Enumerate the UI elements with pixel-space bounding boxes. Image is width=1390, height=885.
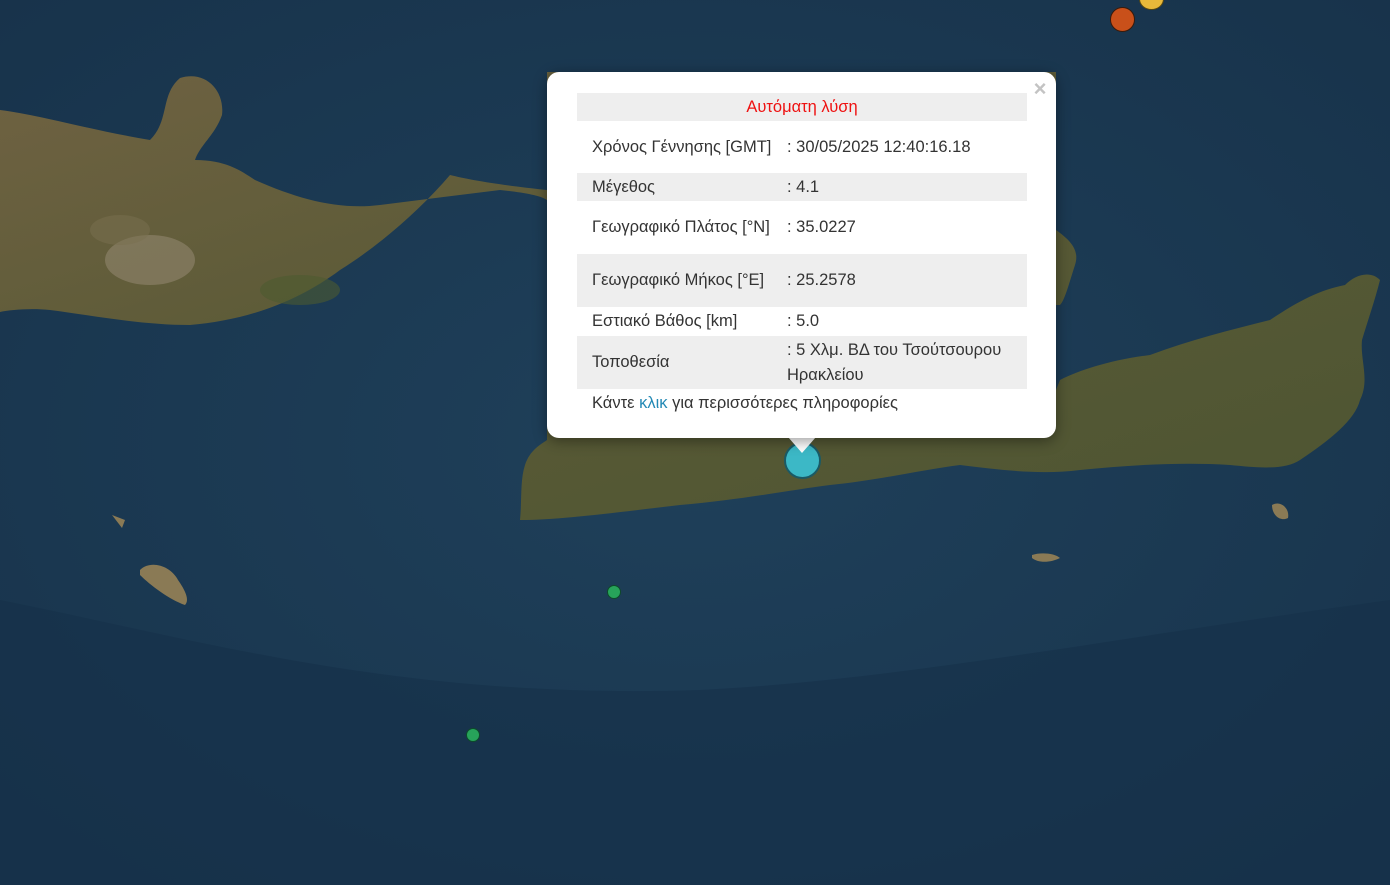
more-info-prefix: Κάντε [592, 393, 640, 412]
earthquake-info-table: Αυτόματη λύση Χρόνος Γέννησης [GMT] : 30… [577, 93, 1027, 417]
satellite-map[interactable]: Αυτόματη λύση Χρόνος Γέννησης [GMT] : 30… [0, 0, 1390, 885]
location-value: : 5 Χλμ. ΒΔ του Τσούτσουρου Ηρακλείου [772, 336, 1027, 389]
more-info-suffix: για περισσότερες πληροφορίες [667, 393, 898, 412]
earthquake-popup: Αυτόματη λύση Χρόνος Γέννησης [GMT] : 30… [547, 72, 1056, 438]
longitude-label: Γεωγραφικό Μήκος [°E] [577, 254, 772, 307]
more-info-link[interactable]: κλικ [639, 394, 667, 412]
close-icon[interactable] [1030, 77, 1050, 101]
earthquake-marker-green[interactable] [466, 728, 480, 742]
origin-time-value: : 30/05/2025 12:40:16.18 [787, 137, 971, 156]
magnitude-label: Μέγεθος [577, 173, 772, 201]
depth-label: Εστιακό Βάθος [km] [592, 312, 738, 330]
origin-time-label: Χρόνος Γέννησης [GMT] [592, 137, 772, 156]
location-label: Τοποθεσία [577, 336, 772, 389]
depth-value: : 5.0 [787, 312, 820, 330]
earthquake-marker-green[interactable] [607, 585, 621, 599]
popup-tip [788, 437, 816, 453]
more-info-text: Κάντε κλικ για περισσότερες πληροφορίες [577, 389, 1027, 417]
magnitude-value: : 4.1 [772, 173, 1027, 201]
popup-title: Αυτόματη λύση [577, 93, 1027, 121]
longitude-value: : 25.2578 [772, 254, 1027, 307]
latitude-label: Γεωγραφικό Πλάτος [°N] [592, 218, 770, 236]
latitude-value: : 35.0227 [787, 218, 856, 236]
earthquake-marker-orange[interactable] [1110, 7, 1135, 32]
